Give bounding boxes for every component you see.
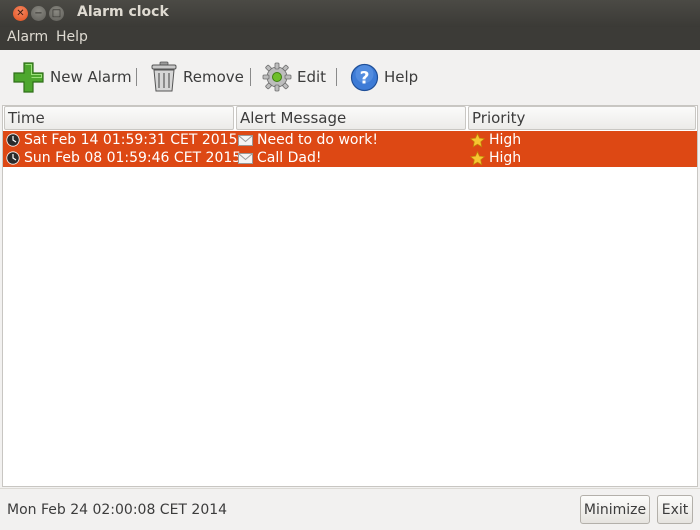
current-time: Mon Feb 24 02:00:08 CET 2014 xyxy=(7,502,228,518)
menu-bar: Alarm Help xyxy=(0,27,700,50)
help-button[interactable]: ? Help xyxy=(350,60,418,94)
priority-value: High xyxy=(489,150,522,166)
time-cell: Sat Feb 14 01:59:31 CET 2015 xyxy=(6,131,238,149)
alarm-time: Sun Feb 08 01:59:46 CET 2015 xyxy=(24,150,242,166)
message-cell: Call Dad! xyxy=(238,149,321,167)
minimize-button-label: Minimize xyxy=(583,501,647,518)
question-icon: ? xyxy=(350,63,379,91)
priority-cell: High xyxy=(470,149,521,167)
message-cell: Need to do work! xyxy=(238,131,378,149)
menu-help[interactable]: Help xyxy=(56,29,88,45)
exit-button[interactable]: Exit xyxy=(657,495,693,524)
menu-alarm[interactable]: Alarm xyxy=(7,29,48,45)
minimize-icon[interactable]: − xyxy=(31,6,46,21)
exit-button-label: Exit xyxy=(661,501,689,518)
title-bar: ✕ − □ Alarm clock xyxy=(0,0,700,27)
new-alarm-label: New Alarm xyxy=(50,68,132,86)
alarm-time: Sat Feb 14 01:59:31 CET 2015 xyxy=(24,132,238,148)
column-header-alert-message[interactable]: Alert Message xyxy=(236,106,466,130)
status-bar: Mon Feb 24 02:00:08 CET 2014 Minimize Ex… xyxy=(0,488,700,530)
table-row[interactable]: Sun Feb 08 01:59:46 CET 2015 Call Dad! H… xyxy=(3,149,697,167)
edit-button[interactable]: Edit xyxy=(262,60,326,94)
star-icon xyxy=(470,132,485,147)
time-cell: Sun Feb 08 01:59:46 CET 2015 xyxy=(6,149,241,167)
svg-text:?: ? xyxy=(360,68,370,88)
remove-label: Remove xyxy=(183,68,244,86)
toolbar-separator xyxy=(336,68,337,86)
priority-value: High xyxy=(489,132,522,148)
alarm-table: Time Alert Message Priority Sat Feb 14 0… xyxy=(2,105,698,487)
toolbar-separator xyxy=(136,68,137,86)
star-icon xyxy=(470,150,485,165)
table-row[interactable]: Sat Feb 14 01:59:31 CET 2015 Need to do … xyxy=(3,131,697,149)
clock-icon xyxy=(6,133,20,147)
new-alarm-button[interactable]: New Alarm xyxy=(12,60,132,94)
column-header-priority[interactable]: Priority xyxy=(468,106,696,130)
close-icon[interactable]: ✕ xyxy=(13,6,28,21)
minimize-button[interactable]: Minimize xyxy=(580,495,650,524)
clock-icon xyxy=(6,151,20,165)
envelope-icon xyxy=(238,152,253,164)
maximize-icon[interactable]: □ xyxy=(49,6,64,21)
help-label: Help xyxy=(384,68,419,86)
trash-icon xyxy=(151,61,177,92)
toolbar-separator xyxy=(250,68,251,86)
plus-icon xyxy=(13,61,44,93)
envelope-icon xyxy=(238,134,253,146)
priority-cell: High xyxy=(470,131,521,149)
gear-icon xyxy=(262,62,292,92)
edit-label: Edit xyxy=(297,68,327,86)
remove-button[interactable]: Remove xyxy=(150,60,244,94)
alert-message: Need to do work! xyxy=(257,132,378,148)
column-header-time[interactable]: Time xyxy=(4,106,234,130)
toolbar: New Alarm Remove Edit ? Help xyxy=(0,50,700,105)
window-title: Alarm clock xyxy=(77,4,169,20)
alert-message: Call Dad! xyxy=(257,150,322,166)
